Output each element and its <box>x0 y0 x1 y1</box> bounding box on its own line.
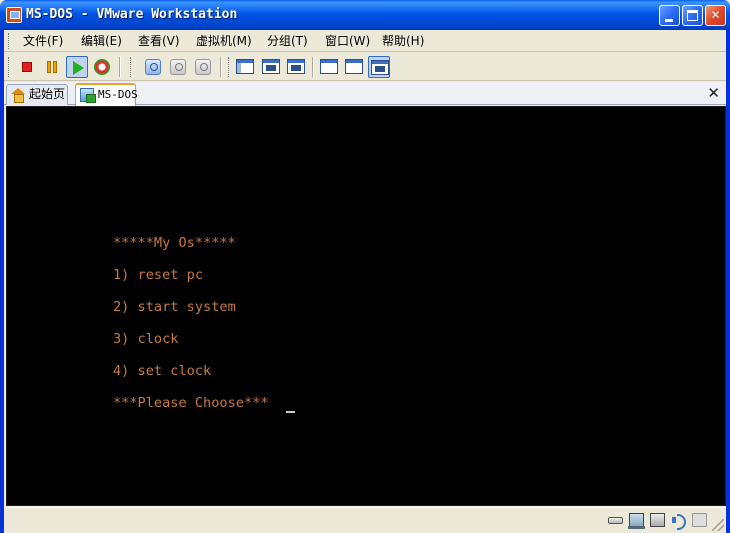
toolbar-grip <box>8 57 11 77</box>
unity-view-icon <box>371 60 389 75</box>
snapshot-manager-button[interactable] <box>192 56 214 78</box>
resize-grip[interactable] <box>712 519 724 531</box>
menu-header-line: *****My Os***** <box>113 235 236 251</box>
revert-snapshot-icon <box>170 59 186 75</box>
window-client-area: 文件(F) 编辑(E) 查看(V) 虚拟机(M) 分组(T) 窗口(W) 帮助(… <box>4 30 726 533</box>
menu-option-set-clock: 4) set clock <box>113 363 212 379</box>
power-on-button[interactable] <box>66 56 88 78</box>
summary-view-icon <box>345 59 363 74</box>
summary-view-button[interactable] <box>343 56 365 78</box>
minimize-button[interactable] <box>659 5 680 26</box>
text-cursor <box>286 411 295 413</box>
toolbar-grip <box>130 57 133 77</box>
console-view-button[interactable] <box>318 56 340 78</box>
full-screen-icon <box>262 59 280 74</box>
unity-view-button[interactable] <box>368 56 390 78</box>
toolbar-grip <box>228 57 231 77</box>
window-title: MS-DOS - VMware Workstation <box>26 7 238 22</box>
maximize-icon <box>687 10 698 21</box>
power-off-button[interactable] <box>16 56 38 78</box>
vm-console-screen[interactable]: *****My Os***** 1) reset pc 2) start sys… <box>6 106 726 506</box>
close-tab-icon[interactable]: ✕ <box>707 84 720 102</box>
reset-icon <box>94 59 110 75</box>
stop-icon <box>22 62 32 72</box>
hard-disk-icon[interactable] <box>608 517 623 524</box>
minimize-icon <box>665 19 673 22</box>
tab-home-label: 起始页 <box>29 87 66 101</box>
menu-vm[interactable]: 虚拟机(M) <box>196 33 252 49</box>
take-snapshot-button[interactable] <box>142 56 164 78</box>
vmware-app-icon[interactable] <box>6 7 22 23</box>
close-button[interactable]: ✕ <box>705 5 726 26</box>
menu-view[interactable]: 查看(V) <box>138 33 180 49</box>
home-icon <box>11 88 25 103</box>
sidebar-view-button[interactable] <box>234 56 256 78</box>
full-screen-button[interactable] <box>260 56 282 78</box>
printer-icon[interactable] <box>650 513 665 527</box>
snapshot-manager-icon <box>195 59 211 75</box>
sidebar-view-icon <box>236 59 254 74</box>
sound-icon[interactable] <box>671 513 686 530</box>
menu-file[interactable]: 文件(F) <box>23 33 63 49</box>
maximize-button[interactable] <box>682 5 703 26</box>
suspend-button[interactable] <box>41 56 63 78</box>
quick-switch-button[interactable] <box>285 56 307 78</box>
reset-button[interactable] <box>91 56 113 78</box>
toolbar-separator <box>312 57 314 77</box>
menu-option-reset-pc: 1) reset pc <box>113 267 204 283</box>
menu-team[interactable]: 分组(T) <box>267 33 308 49</box>
tab-strip: 起始页 MS-DOS ✕ <box>4 82 726 106</box>
menu-option-clock: 3) clock <box>113 331 179 347</box>
status-bar <box>4 507 726 533</box>
title-bar[interactable]: MS-DOS - VMware Workstation ✕ <box>0 0 730 30</box>
toolbar-separator <box>220 57 222 77</box>
network-icon[interactable] <box>628 513 645 529</box>
toolbar <box>4 53 726 81</box>
console-view-icon <box>320 59 338 74</box>
tab-home[interactable]: 起始页 <box>6 84 68 105</box>
vmware-window: MS-DOS - VMware Workstation ✕ 文件(F) 编辑(E… <box>0 0 730 533</box>
quick-switch-icon <box>287 59 305 74</box>
play-icon <box>73 61 84 75</box>
menubar-grip <box>8 33 11 49</box>
menu-help[interactable]: 帮助(H) <box>382 33 424 49</box>
tab-ms-dos-label: MS-DOS <box>98 88 138 101</box>
menu-edit[interactable]: 编辑(E) <box>81 33 122 49</box>
choose-prompt: ***Please Choose*** <box>113 395 269 411</box>
message-icon[interactable] <box>692 513 707 527</box>
toolbar-separator <box>119 57 121 77</box>
revert-snapshot-button[interactable] <box>167 56 189 78</box>
tab-ms-dos[interactable]: MS-DOS <box>75 83 138 106</box>
menu-option-start-system: 2) start system <box>113 299 236 315</box>
menu-bar: 文件(F) 编辑(E) 查看(V) 虚拟机(M) 分组(T) 窗口(W) 帮助(… <box>4 30 726 52</box>
snapshot-icon <box>145 59 161 75</box>
window-frame-right <box>726 30 730 533</box>
virtual-machine-icon <box>80 88 96 103</box>
menu-windows[interactable]: 窗口(W) <box>325 33 370 49</box>
